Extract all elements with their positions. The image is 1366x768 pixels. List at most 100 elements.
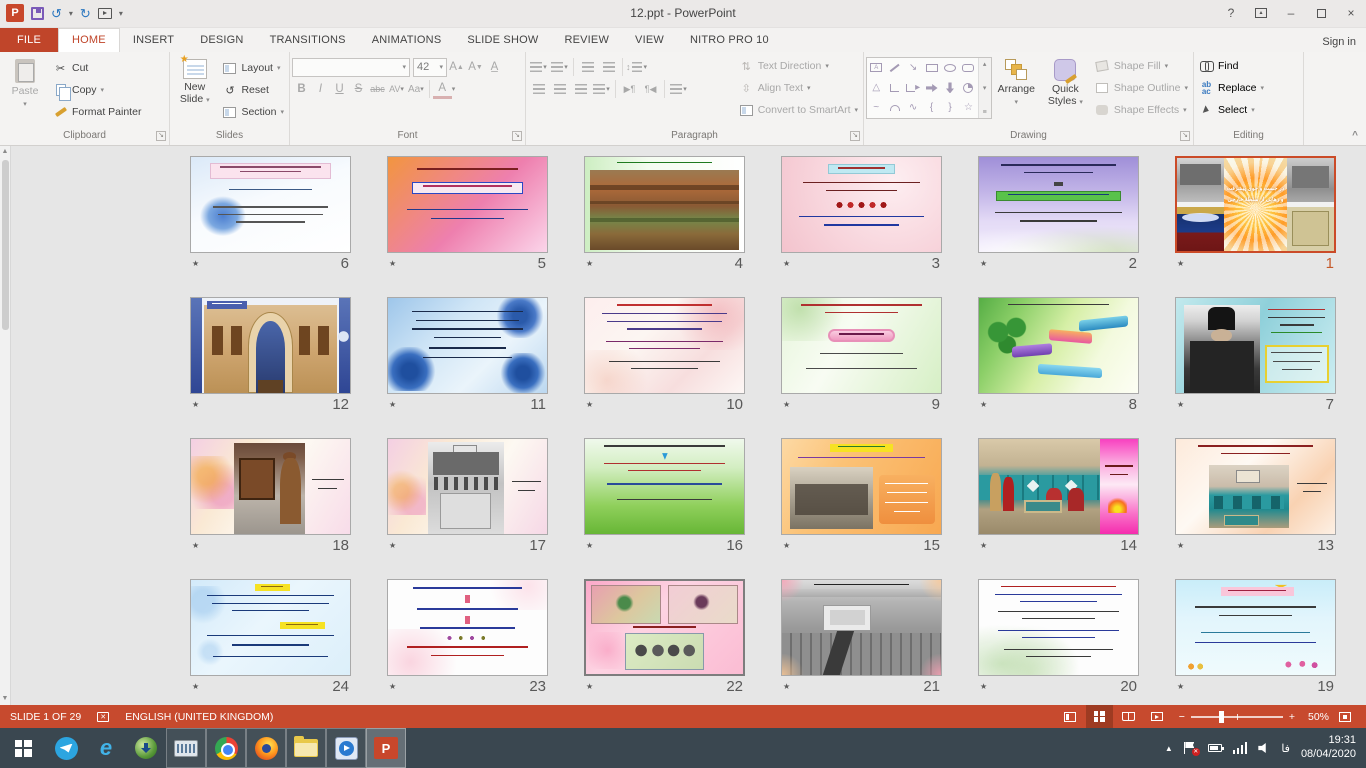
format-painter-button[interactable]: Format Painter: [50, 102, 144, 123]
clock[interactable]: 19:31 08/04/2020: [1301, 734, 1356, 762]
new-slide-button[interactable]: New Slide ▾: [172, 55, 217, 105]
volume-icon[interactable]: [1258, 742, 1270, 754]
animation-star-icon[interactable]: ★: [389, 541, 396, 550]
shape-arc-icon[interactable]: [885, 98, 903, 118]
vertical-scrollbar[interactable]: ▲ ▼: [0, 146, 11, 705]
repeat-icon[interactable]: ↻: [80, 7, 91, 20]
animation-star-icon[interactable]: ★: [389, 259, 396, 268]
character-spacing-button[interactable]: AV▾: [387, 80, 406, 99]
show-hidden-icons-button[interactable]: ▲: [1165, 744, 1173, 753]
font-color-button[interactable]: A: [433, 80, 452, 99]
minimize-button[interactable]: –: [1276, 0, 1306, 27]
shape-effects-button[interactable]: Shape Effects ▾: [1092, 100, 1191, 121]
slide-thumbnail-8[interactable]: [978, 297, 1139, 394]
shape-line-icon[interactable]: [885, 58, 903, 78]
shape-rounded-rectangle-icon[interactable]: [959, 58, 977, 78]
shape-right-arrow-icon[interactable]: [922, 78, 940, 98]
paste-button[interactable]: Paste▾: [2, 55, 48, 109]
undo-icon[interactable]: ↺: [51, 7, 62, 20]
copy-button[interactable]: Copy ▾: [50, 80, 144, 101]
language-switcher[interactable]: فا: [1281, 742, 1290, 755]
tab-animations[interactable]: ANIMATIONS: [359, 28, 455, 52]
action-center-icon[interactable]: ✕: [1184, 742, 1197, 754]
font-size-select[interactable]: 42▾: [413, 58, 447, 77]
cut-button[interactable]: ✂Cut: [50, 58, 144, 79]
start-button[interactable]: [0, 728, 46, 768]
change-case-button[interactable]: Aa▾: [406, 80, 426, 99]
taskbar-chrome[interactable]: [206, 728, 246, 768]
taskbar-idm[interactable]: [126, 728, 166, 768]
animation-star-icon[interactable]: ★: [783, 259, 790, 268]
slide-thumbnail-9[interactable]: [781, 297, 942, 394]
animation-star-icon[interactable]: ★: [192, 400, 199, 409]
shape-outline-button[interactable]: Shape Outline ▾: [1092, 78, 1191, 99]
tab-slide-show[interactable]: SLIDE SHOW: [454, 28, 551, 52]
slide-thumbnail-3[interactable]: [781, 156, 942, 253]
restore-button[interactable]: [1306, 0, 1336, 27]
shape-star-icon[interactable]: ☆: [959, 98, 977, 118]
layout-button[interactable]: Layout ▾: [219, 58, 287, 79]
align-right-button[interactable]: [570, 80, 591, 99]
taskbar-file-explorer[interactable]: [286, 728, 326, 768]
shape-down-arrow-icon[interactable]: [941, 78, 959, 98]
slide-thumbnail-13[interactable]: [1175, 438, 1336, 535]
spell-check-icon[interactable]: ✕: [97, 712, 109, 722]
network-signal-icon[interactable]: [1233, 742, 1248, 754]
help-button[interactable]: ?: [1216, 0, 1246, 27]
shape-triangle-icon[interactable]: △: [867, 78, 885, 98]
animation-star-icon[interactable]: ★: [980, 400, 987, 409]
slide-thumbnail-2[interactable]: [978, 156, 1139, 253]
animation-star-icon[interactable]: ★: [192, 541, 199, 550]
slide-thumbnail-7[interactable]: [1175, 297, 1336, 394]
slide-thumbnail-14[interactable]: [978, 438, 1139, 535]
slide-counter[interactable]: SLIDE 1 OF 29: [10, 711, 81, 723]
animation-star-icon[interactable]: ★: [586, 259, 593, 268]
animation-star-icon[interactable]: ★: [783, 400, 790, 409]
slide-thumbnail-10[interactable]: [584, 297, 745, 394]
animation-star-icon[interactable]: ★: [980, 259, 987, 268]
close-button[interactable]: ×: [1336, 0, 1366, 27]
animation-star-icon[interactable]: ★: [389, 682, 396, 691]
slide-thumbnail-17[interactable]: [387, 438, 548, 535]
grow-font-button[interactable]: A▲: [447, 58, 466, 77]
slide-thumbnail-22[interactable]: [584, 579, 745, 676]
zoom-slider-thumb[interactable]: [1219, 711, 1224, 723]
tab-transitions[interactable]: TRANSITIONS: [257, 28, 359, 52]
clear-formatting-button[interactable]: A̲: [485, 58, 504, 77]
scroll-down-icon[interactable]: ▼: [2, 693, 9, 705]
zoom-out-button[interactable]: −: [1179, 711, 1185, 723]
shape-rectangle-icon[interactable]: [922, 58, 940, 78]
align-text-button[interactable]: ⇳Align Text ▾: [736, 78, 861, 99]
tab-nitro-pro-10[interactable]: NITRO PRO 10: [677, 28, 782, 52]
right-to-left-button[interactable]: ¶◀: [640, 80, 661, 99]
text-direction-button[interactable]: ⇅Text Direction ▾: [736, 56, 861, 77]
taskbar-internet-explorer[interactable]: e: [86, 728, 126, 768]
font-name-select[interactable]: ▾: [292, 58, 410, 77]
slide-thumbnail-19[interactable]: [1175, 579, 1336, 676]
taskbar-media-player[interactable]: [326, 728, 366, 768]
increase-indent-button[interactable]: [598, 58, 619, 77]
shape-scribble-icon[interactable]: ~: [867, 98, 885, 118]
shape-text-box-icon[interactable]: A: [867, 58, 885, 78]
reading-view-button[interactable]: [1115, 705, 1142, 728]
paragraph-dialog-launcher[interactable]: ↘: [850, 131, 860, 141]
italic-button[interactable]: I: [311, 80, 330, 99]
animation-star-icon[interactable]: ★: [783, 682, 790, 691]
strikethrough-button[interactable]: S: [349, 80, 368, 99]
quick-styles-button[interactable]: Quick Styles ▾: [1041, 55, 1090, 107]
shape-elbow-arrow-icon[interactable]: ▸: [904, 78, 922, 98]
subscript-button[interactable]: abc: [368, 80, 387, 99]
select-button[interactable]: Select ▾: [1196, 100, 1267, 121]
shape-fill-button[interactable]: Shape Fill ▾: [1092, 56, 1191, 77]
line-spacing-button[interactable]: ↕▾: [626, 58, 647, 77]
language-indicator[interactable]: ENGLISH (UNITED KINGDOM): [125, 711, 273, 723]
underline-button[interactable]: U: [330, 80, 349, 99]
justify-button[interactable]: ▾: [591, 80, 612, 99]
undo-dropdown-icon[interactable]: ▾: [69, 9, 73, 18]
shape-arrow-icon[interactable]: ↘: [904, 58, 922, 78]
shape-pie-icon[interactable]: [959, 78, 977, 98]
slide-thumbnail-21[interactable]: [781, 579, 942, 676]
tab-review[interactable]: REVIEW: [551, 28, 622, 52]
animation-star-icon[interactable]: ★: [1177, 682, 1184, 691]
section-button[interactable]: Section ▾: [219, 102, 287, 123]
